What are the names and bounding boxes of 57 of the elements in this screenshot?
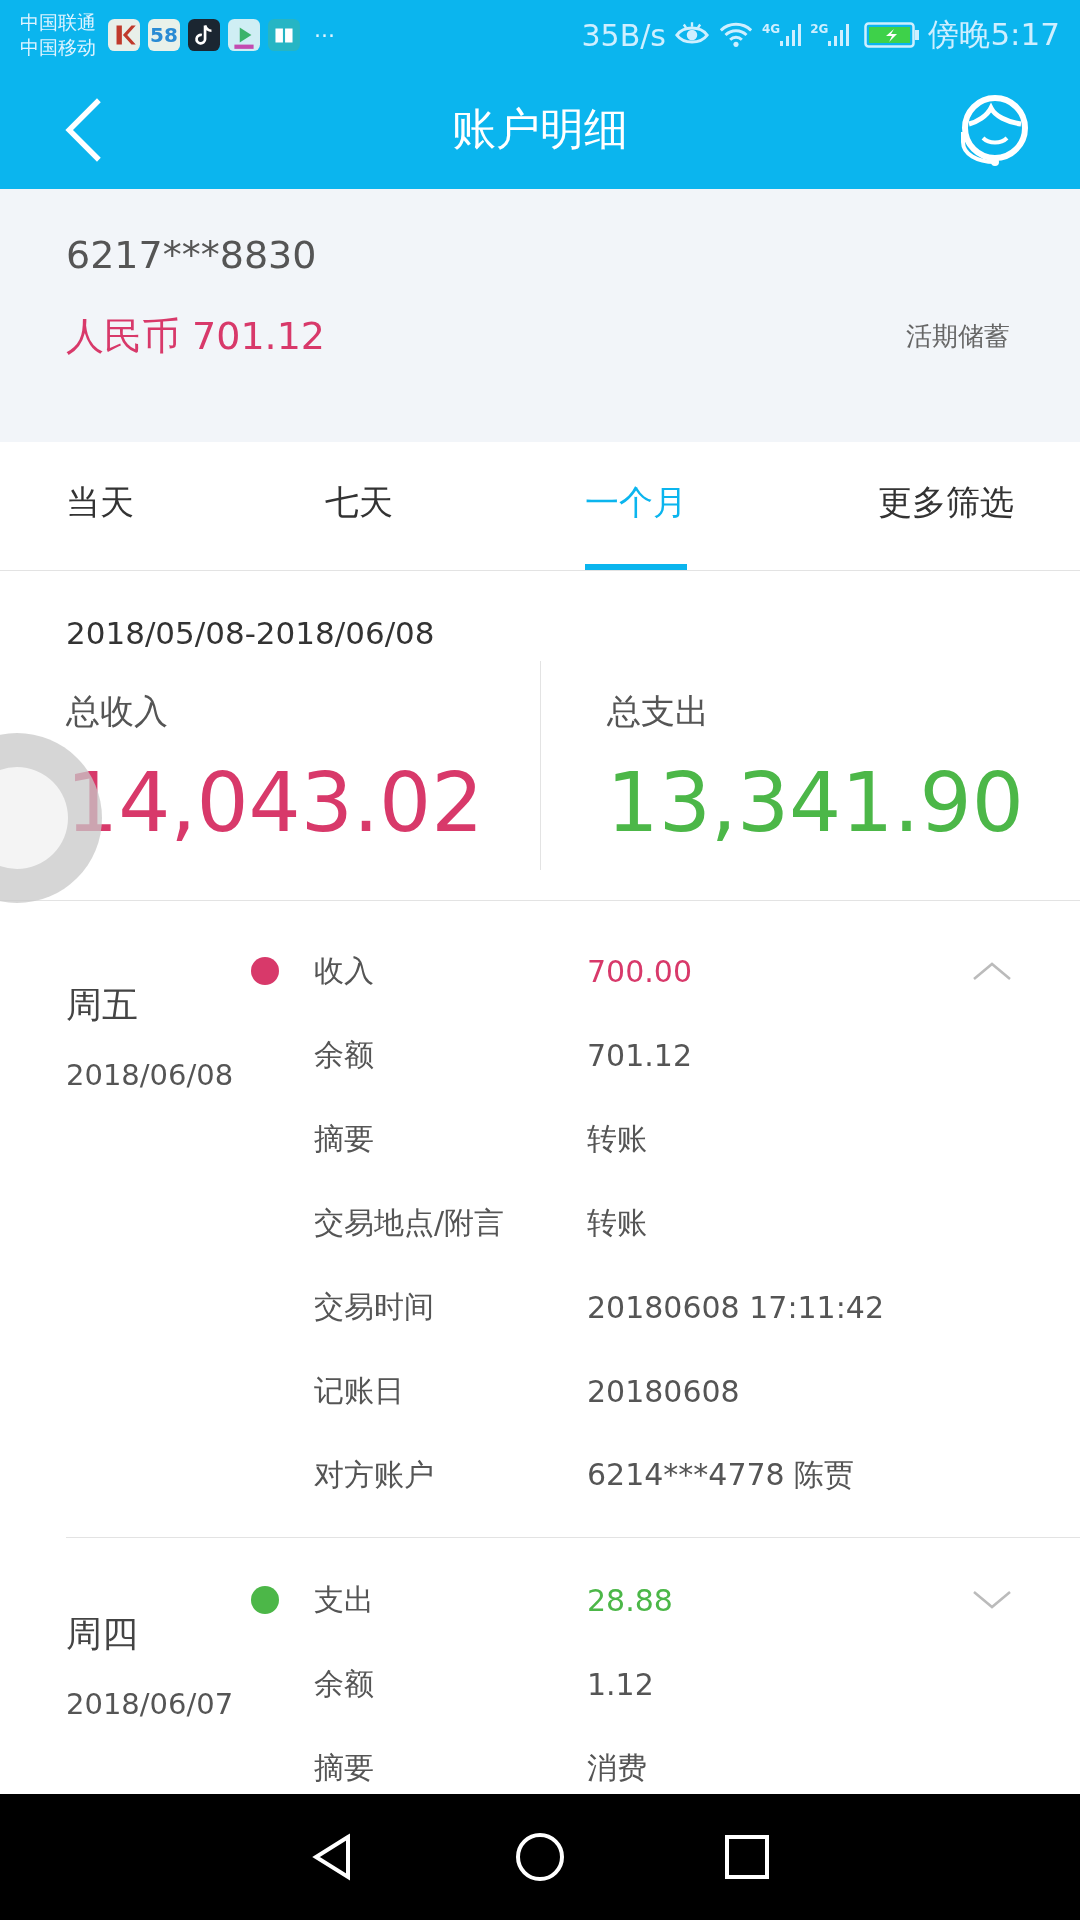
period-tab[interactable]: 当天 (66, 442, 134, 570)
weekday: 周四 (66, 1612, 139, 1656)
chevron-icon[interactable] (972, 1590, 1012, 1610)
period-tab[interactable]: 更多筛选 (878, 442, 1014, 570)
book-app-icon (268, 19, 300, 51)
home-nav-icon[interactable] (515, 1832, 565, 1882)
chevron-icon[interactable] (972, 961, 1012, 981)
detail-value: 6214***4778 陈贾 (587, 1455, 856, 1494)
transaction-amount: 28.88 (587, 1582, 674, 1618)
detail-value: 转账 (587, 1119, 648, 1158)
total-label: 总收入 (66, 690, 169, 733)
detail-value: 转账 (587, 1203, 648, 1242)
play-app-icon (228, 19, 260, 51)
total-amount: 14,043.02 (66, 755, 485, 850)
detail-label: 交易时间 (314, 1287, 435, 1326)
detail-label: 交易地点/附言 (314, 1203, 506, 1242)
app-icon: 58 (148, 19, 180, 51)
signal-icon (780, 22, 803, 48)
detail-label: 余额 (314, 1035, 375, 1074)
network-type: 4G (761, 22, 781, 36)
transaction-type: 收入 (314, 951, 375, 990)
wifi-icon (717, 21, 754, 49)
account-balance: 人民币 701.12 (66, 313, 326, 360)
period-tab[interactable]: 七天 (325, 442, 394, 570)
signal-icon (828, 22, 851, 48)
detail-label: 对方账户 (314, 1455, 435, 1494)
detail-value: 20180608 (587, 1373, 741, 1409)
music-note-app-icon (188, 19, 220, 51)
detail-label: 摘要 (314, 1119, 375, 1158)
carrier-name: 中国移动 (20, 35, 96, 60)
total-amount: 13,341.90 (606, 755, 1025, 850)
page-title: 账户明细 (452, 102, 628, 156)
transaction-date: 2018/06/08 (66, 1058, 235, 1092)
detail-value: 1.12 (587, 1666, 655, 1702)
app-icon (108, 19, 140, 51)
detail-label: 摘要 (314, 1748, 375, 1787)
date-range: 2018/05/08-2018/06/08 (65, 614, 436, 651)
detail-label: 余额 (314, 1664, 375, 1703)
battery-icon (864, 22, 921, 48)
status-dot (251, 1586, 279, 1614)
more-notifications: ··· (314, 22, 335, 48)
transaction-type: 支出 (314, 1580, 375, 1619)
detail-value: 701.12 (587, 1037, 693, 1073)
network-type: 2G (810, 22, 829, 36)
detail-label: 记账日 (314, 1371, 405, 1410)
account-type: 活期储蓄 (906, 320, 1010, 353)
total-label: 总支出 (606, 690, 710, 733)
transaction-date: 2018/06/07 (66, 1687, 235, 1721)
clock: 傍晚5:17 (928, 15, 1060, 54)
account-number: 6217***8830 (66, 233, 318, 277)
network-speed: 35B/s (581, 17, 666, 53)
detail-value: 消费 (587, 1748, 648, 1787)
carrier-name: 中国联通 (20, 10, 96, 35)
detail-value: 20180608 17:11:42 (587, 1289, 885, 1325)
status-dot (251, 957, 279, 985)
transaction-amount: 700.00 (587, 953, 693, 989)
weekday: 周五 (66, 983, 139, 1027)
